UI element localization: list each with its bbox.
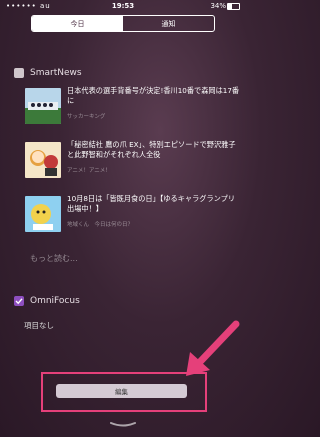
smartnews-title: SmartNews (30, 68, 82, 78)
battery-icon (227, 3, 240, 10)
arrow-annotation-icon (186, 320, 240, 376)
list-item[interactable]: 日本代表の選手背番号が決定!香川10番で森岡は17番に サッカーキング (25, 86, 240, 136)
news-list: 日本代表の選手背番号が決定!香川10番で森岡は17番に サッカーキング 「秘密結… (25, 86, 240, 248)
omnifocus-icon (14, 296, 24, 306)
today-notifications-switcher: 今日 通知 (31, 15, 215, 32)
smartnews-widget-header[interactable]: SmartNews (14, 68, 82, 78)
news-source: サッカーキング (67, 114, 106, 120)
grabber-handle-icon[interactable] (109, 420, 137, 430)
status-time: 19:53 (111, 2, 135, 10)
news-thumbnail (25, 142, 61, 178)
news-source: 地域くん 今日は何の日？ (67, 222, 134, 228)
list-item[interactable]: 10月8日は「皆既月食の日」【ゆるキャラグランプリ出場中！】 地域くん 今日は何… (25, 194, 240, 244)
omnifocus-widget-header[interactable]: OmniFocus (14, 296, 80, 306)
empty-state-text: 項目なし (24, 321, 54, 330)
status-bar: •••••• au 19:53 34% (0, 0, 246, 12)
news-source: アニメ！アニメ！ (67, 168, 111, 174)
battery-percent: 34% (210, 2, 226, 10)
edit-button[interactable]: 編集 (56, 384, 187, 398)
news-headline: 「秘密結社 鷹の爪 EX」、特別エピソードで野沢雅子と此野智和がそれぞれ人全役 (67, 140, 236, 159)
list-item[interactable]: 「秘密結社 鷹の爪 EX」、特別エピソードで野沢雅子と此野智和がそれぞれ人全役 … (25, 140, 240, 190)
smartnews-icon (14, 68, 24, 78)
tab-notifications[interactable]: 通知 (123, 16, 214, 31)
omnifocus-title: OmniFocus (30, 296, 80, 306)
news-headline: 日本代表の選手背番号が決定!香川10番で森岡は17番に (67, 86, 240, 105)
read-more-link[interactable]: もっと読む... (30, 253, 78, 264)
tab-today[interactable]: 今日 (32, 16, 123, 31)
news-thumbnail (25, 196, 61, 232)
news-headline: 10月8日は「皆既月食の日」【ゆるキャラグランプリ出場中！】 (67, 194, 236, 213)
news-thumbnail (25, 88, 61, 124)
